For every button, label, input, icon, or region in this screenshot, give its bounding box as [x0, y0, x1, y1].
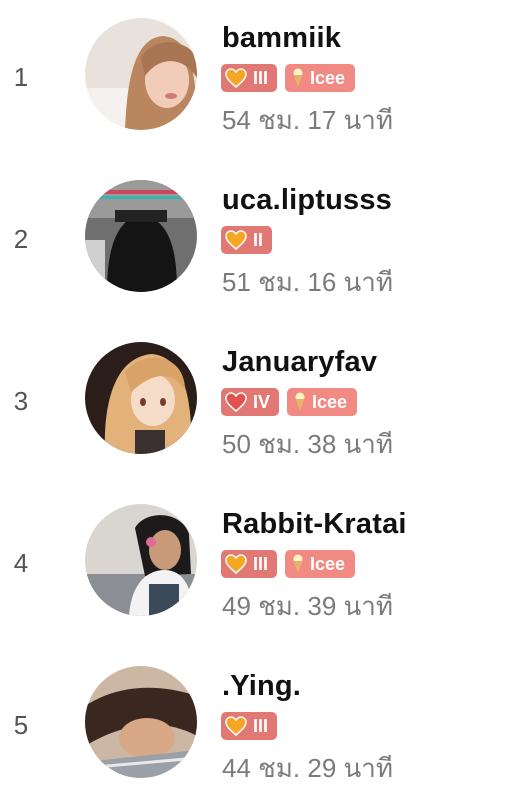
- heart-icon: [225, 716, 247, 736]
- rank-number: 3: [13, 386, 29, 416]
- username[interactable]: bammiik: [222, 22, 341, 55]
- badge-group: III: [221, 712, 278, 740]
- tag-badge: Icee: [285, 550, 356, 578]
- rank-number: 2: [13, 224, 29, 254]
- listening-time: 49 ชม. 39 นาที: [222, 591, 394, 621]
- heart-icon: [225, 554, 247, 574]
- rank-number: 1: [13, 62, 29, 92]
- avatar[interactable]: [85, 18, 197, 130]
- ice-cream-icon: [292, 554, 304, 574]
- badge-group: IV Icee: [221, 388, 358, 416]
- listening-time: 44 ชม. 29 นาที: [222, 753, 394, 783]
- heart-icon: [225, 68, 247, 88]
- tag-label: Icee: [310, 553, 346, 574]
- level-badge: II: [221, 226, 273, 254]
- username[interactable]: Januaryfav: [222, 346, 377, 379]
- avatar[interactable]: [85, 342, 197, 454]
- username[interactable]: Rabbit-Kratai: [222, 508, 407, 541]
- heart-icon: [225, 392, 247, 412]
- tag-badge: Icee: [287, 388, 358, 416]
- level-badge: III: [221, 64, 278, 92]
- listening-time: 51 ชม. 16 นาที: [222, 267, 394, 297]
- heart-icon: [225, 230, 247, 250]
- rank-number: 5: [13, 710, 29, 740]
- list-item[interactable]: 2 uca.liptusss II 51 ชม. 16 นาที: [0, 172, 510, 302]
- level-label: II: [253, 229, 264, 250]
- list-item[interactable]: 4 Rabbit-Kratai III Icee 49 ชม. 39 นาที: [0, 496, 510, 626]
- level-badge: III: [221, 712, 278, 740]
- ice-cream-icon: [294, 392, 306, 412]
- listening-time: 50 ชม. 38 นาที: [222, 429, 394, 459]
- avatar[interactable]: [85, 504, 197, 616]
- listening-time: 54 ชม. 17 นาที: [222, 105, 394, 135]
- level-badge: III: [221, 550, 278, 578]
- avatar[interactable]: [85, 666, 197, 778]
- list-item[interactable]: 3 Januaryfav IV Icee 50 ชม. 38 นาที: [0, 334, 510, 464]
- list-item[interactable]: 1 bammiik III Icee 54 ชม. 17 นาที: [0, 10, 510, 140]
- level-label: IV: [253, 391, 271, 412]
- rank-number: 4: [13, 548, 29, 578]
- tag-badge: Icee: [285, 64, 356, 92]
- leaderboard-list: 1 bammiik III Icee 54 ชม. 17 นาที 2 uca.…: [0, 0, 510, 804]
- badge-group: II: [221, 226, 273, 254]
- username[interactable]: .Ying.: [222, 670, 301, 703]
- tag-label: Icee: [312, 391, 348, 412]
- username[interactable]: uca.liptusss: [222, 184, 392, 217]
- level-label: III: [253, 553, 269, 574]
- level-badge: IV: [221, 388, 280, 416]
- badge-group: III Icee: [221, 64, 356, 92]
- tag-label: Icee: [310, 67, 346, 88]
- list-item[interactable]: 5 .Ying. III 44 ชม. 29 นาที: [0, 658, 510, 788]
- avatar[interactable]: [85, 180, 197, 292]
- badge-group: III Icee: [221, 550, 356, 578]
- level-label: III: [253, 715, 269, 736]
- ice-cream-icon: [292, 68, 304, 88]
- level-label: III: [253, 67, 269, 88]
